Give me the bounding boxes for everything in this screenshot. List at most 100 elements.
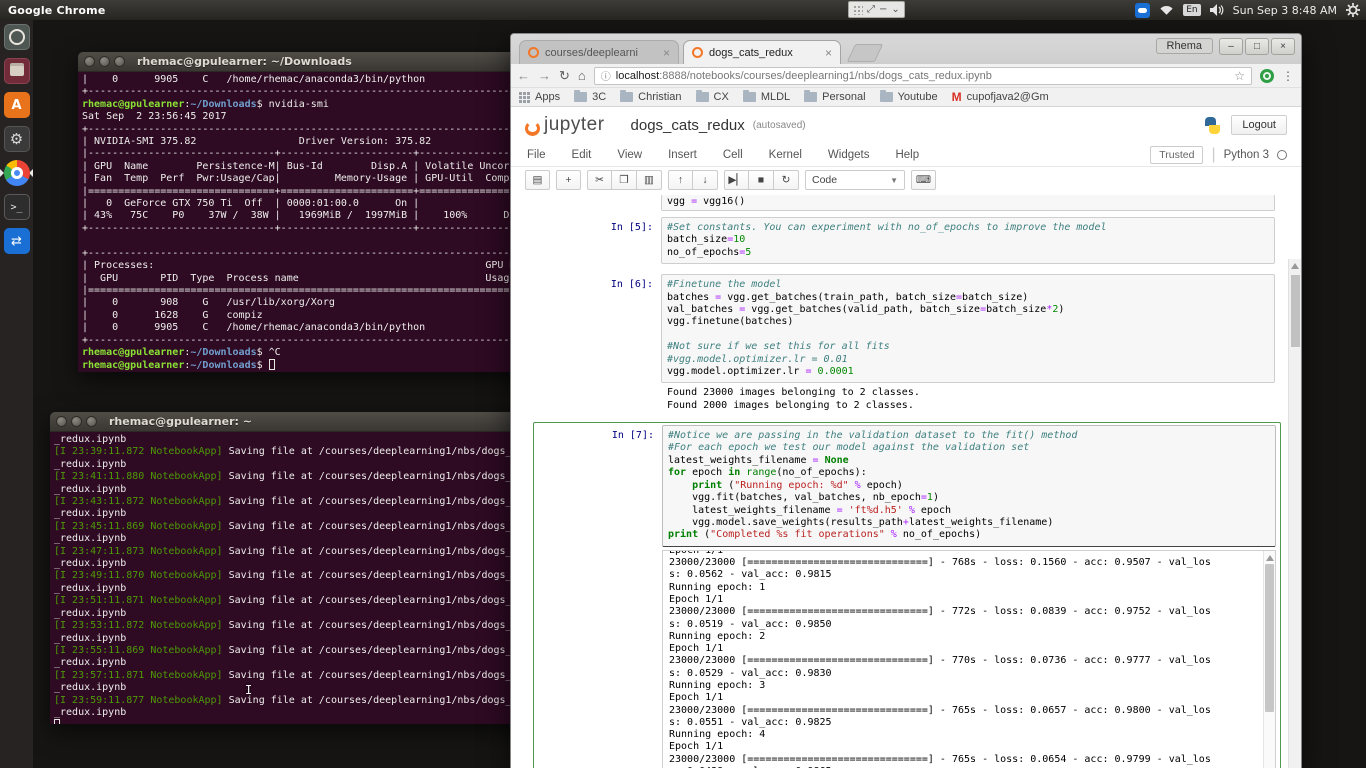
trusted-badge[interactable]: Trusted xyxy=(1150,145,1204,164)
session-gear-icon[interactable] xyxy=(1346,3,1360,17)
back-button[interactable]: ← xyxy=(517,68,530,83)
terminal-window-home[interactable]: rhemac@gpulearner: ~ _redux.ipynb [I 23:3… xyxy=(50,412,550,724)
notebook-cell[interactable]: In [7]: #Notice we are passing in the val… xyxy=(534,425,1280,547)
notebook-cell[interactable]: In [6]: #Finetune the model batches = vgg.… xyxy=(511,274,1301,384)
bookmark-apps[interactable]: Apps xyxy=(519,91,560,103)
home-button[interactable]: ⌂ xyxy=(578,68,586,83)
run-button[interactable]: ▶▏ xyxy=(724,170,749,190)
launcher-item-teamviewer[interactable] xyxy=(0,224,33,258)
scroll-up-arrow[interactable] xyxy=(1291,263,1299,269)
notebook-cell[interactable]: vgg = vgg16() xyxy=(511,195,1301,211)
cell-input[interactable]: #Finetune the model batches = vgg.get_bat… xyxy=(661,274,1275,384)
tab-close-icon[interactable]: × xyxy=(825,47,832,59)
bookmark-star-icon[interactable]: ☆ xyxy=(1234,69,1245,83)
menu-view[interactable]: View xyxy=(617,149,642,161)
volume-icon[interactable] xyxy=(1209,4,1224,16)
maximize-button[interactable] xyxy=(86,416,97,427)
menu-widgets[interactable]: Widgets xyxy=(828,149,870,161)
keyboard-button[interactable]: ⌨ xyxy=(911,170,936,190)
cut-button[interactable]: ✂ xyxy=(587,170,612,190)
selected-cell[interactable]: In [7]: #Notice we are passing in the val… xyxy=(533,422,1281,768)
copy-button[interactable]: ❐ xyxy=(612,170,637,190)
scrollbar-thumb[interactable] xyxy=(1265,563,1274,712)
clock[interactable]: Sun Sep 3 8:48 AM xyxy=(1233,4,1337,17)
minimize-button[interactable] xyxy=(71,416,82,427)
close-button[interactable] xyxy=(84,56,95,67)
reload-button[interactable]: ↻ xyxy=(559,68,570,84)
minimize-button[interactable] xyxy=(99,56,110,67)
maximize-button[interactable] xyxy=(114,56,125,67)
move-down-button[interactable]: ↓ xyxy=(693,170,718,190)
scroll-up-arrow[interactable] xyxy=(1266,554,1274,561)
extension-icon[interactable] xyxy=(1260,68,1274,83)
menu-edit[interactable]: Edit xyxy=(572,149,592,161)
bookmark-cx[interactable]: CX xyxy=(695,90,729,103)
menu-help[interactable]: Help xyxy=(895,149,919,161)
close-button[interactable] xyxy=(56,416,67,427)
menu-insert[interactable]: Insert xyxy=(668,149,697,161)
address-bar[interactable]: ⓘ localhost:8888/notebooks/courses/deepl… xyxy=(593,66,1252,85)
page-scrollbar[interactable] xyxy=(1288,259,1301,768)
output-scrollbar[interactable] xyxy=(1263,550,1275,768)
stop-button[interactable]: ■ xyxy=(749,170,774,190)
cell-type-dropdown[interactable]: Code ▼ xyxy=(805,170,905,190)
forward-button[interactable]: → xyxy=(538,68,551,83)
notebook-title[interactable]: dogs_cats_redux xyxy=(631,117,745,134)
bookmark-cupofjava2-gm[interactable]: Mcupofjava2@Gm xyxy=(952,90,1049,104)
terminal-window-downloads[interactable]: rhemac@gpulearner: ~/Downloads | 0 9905 … xyxy=(78,52,574,372)
resize-icon[interactable]: ⤢ xyxy=(867,4,875,15)
menu-cell[interactable]: Cell xyxy=(723,149,743,161)
bookmark-3c[interactable]: 3C xyxy=(574,90,606,103)
notebook-cell[interactable]: In [5]: #Set constants. You can experimen… xyxy=(511,217,1301,265)
bookmark-personal[interactable]: Personal xyxy=(804,90,866,103)
minimize-button[interactable]: – xyxy=(1219,38,1243,55)
launcher-item-google-chrome[interactable] xyxy=(0,156,33,190)
restart-button[interactable]: ↻ xyxy=(774,170,799,190)
scrolled-output-box[interactable]: Epoch 1/1 23000/23000 [==================… xyxy=(662,549,1276,768)
terminal-titlebar[interactable]: rhemac@gpulearner: ~ xyxy=(50,412,550,432)
launcher-item-dash[interactable] xyxy=(0,20,33,54)
browser-tab-1[interactable]: courses/deeplearni × xyxy=(519,40,679,64)
bookmark-youtube[interactable]: Youtube xyxy=(879,90,938,103)
terminal-output[interactable]: _redux.ipynb [I 23:39:11.872 NotebookApp]… xyxy=(50,432,550,724)
terminal-titlebar[interactable]: rhemac@gpulearner: ~/Downloads xyxy=(78,52,574,72)
maximize-button[interactable]: □ xyxy=(1245,38,1269,55)
terminal-line: _redux.ipynb xyxy=(54,657,127,669)
cell-input[interactable]: vgg = vgg16() xyxy=(661,195,1275,211)
launcher-item-system-settings[interactable] xyxy=(0,122,33,156)
move-up-button[interactable]: ↑ xyxy=(668,170,693,190)
teamviewer-tray-icon[interactable] xyxy=(1135,2,1151,18)
new-tab-button[interactable] xyxy=(846,44,884,62)
chevron-down-icon[interactable]: ⌄ xyxy=(891,4,899,15)
terminal-line: [I 23:47:11.873 NotebookApp] Saving file… xyxy=(54,545,536,557)
teamviewer-session-widget[interactable]: ⤢ − ⌄ xyxy=(848,1,905,18)
menu-kernel[interactable]: Kernel xyxy=(769,149,802,161)
page-info-icon[interactable]: ⓘ xyxy=(601,68,611,83)
profile-button[interactable]: Rhema xyxy=(1155,38,1213,54)
logout-button[interactable]: Logout xyxy=(1231,115,1287,135)
bookmark-mldl[interactable]: MLDL xyxy=(742,90,790,103)
minimize-icon[interactable]: − xyxy=(879,4,887,15)
bookmark-christian[interactable]: Christian xyxy=(620,90,682,103)
cell-input[interactable]: #Notice we are passing in the validation… xyxy=(662,425,1276,547)
scrollbar-thumb[interactable] xyxy=(1291,275,1300,347)
save-button[interactable]: ▤ xyxy=(525,170,550,190)
launcher-item-terminal[interactable] xyxy=(0,190,33,224)
launcher-item-ubuntu-software[interactable] xyxy=(0,88,33,122)
browser-menu-icon[interactable]: ⋮ xyxy=(1282,69,1295,83)
cell-input[interactable]: #Set constants. You can experiment with … xyxy=(661,217,1275,265)
add-cell-button[interactable]: + xyxy=(556,170,581,190)
launcher-item-files[interactable] xyxy=(0,54,33,88)
wifi-icon[interactable] xyxy=(1159,4,1174,16)
menu-file[interactable]: File xyxy=(527,149,546,161)
terminal-output[interactable]: | 0 9905 C /home/rhemac/anaconda3/bin/py… xyxy=(78,72,574,372)
browser-tab-2[interactable]: dogs_cats_redux × xyxy=(683,40,841,64)
close-button[interactable]: × xyxy=(1271,38,1295,55)
drag-grid-icon[interactable] xyxy=(853,4,863,15)
tab-close-icon[interactable]: × xyxy=(663,47,670,59)
jupyter-logo[interactable]: jupyter xyxy=(525,114,605,136)
keyboard-layout-indicator[interactable]: En xyxy=(1183,4,1201,16)
paste-button[interactable]: ▥ xyxy=(637,170,662,190)
url-text[interactable]: localhost:8888/notebooks/courses/deeplea… xyxy=(616,70,1229,82)
